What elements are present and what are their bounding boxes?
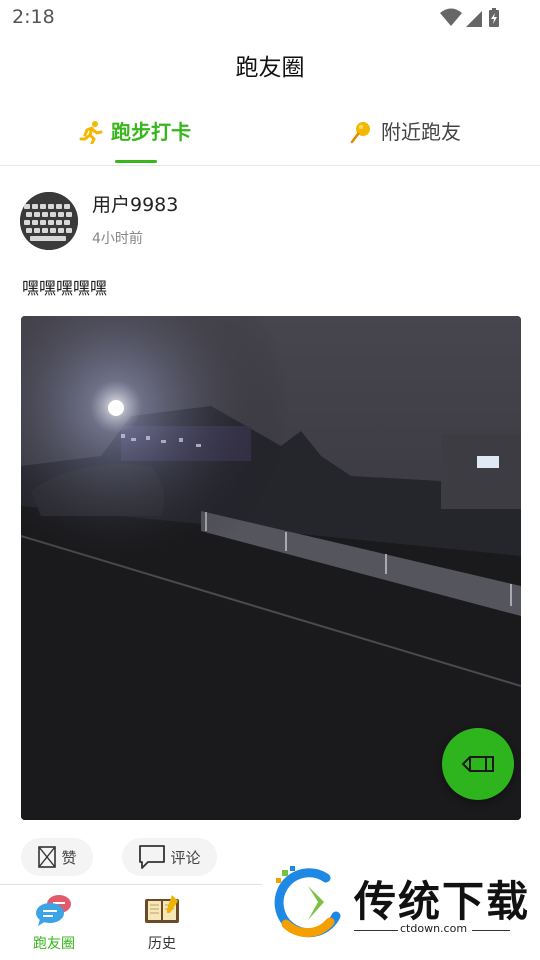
signal-icon: [466, 11, 482, 27]
tab-running-checkin[interactable]: 跑步打卡: [0, 108, 270, 164]
watermark-logo: [274, 866, 341, 938]
tab-label: 跑步打卡: [111, 120, 191, 144]
post-header: 用户9983 4小时前: [20, 190, 520, 254]
location-pin-icon: [350, 122, 370, 144]
tab-nearby-runners[interactable]: 附近跑友: [270, 108, 540, 164]
avatar[interactable]: [20, 192, 78, 250]
watermark: 传统下载 ctdown.com: [262, 858, 540, 960]
runner-icon: [79, 121, 103, 144]
status-time: 2:18: [12, 6, 55, 28]
title-bar: 跑友圈: [0, 44, 540, 92]
like-label: 赞: [61, 848, 77, 867]
comment-icon: [139, 845, 166, 869]
tab-label: 附近跑友: [381, 120, 461, 144]
battery-charging-icon: [489, 8, 499, 27]
username[interactable]: 用户9983: [92, 190, 178, 217]
watermark-rule: [354, 930, 398, 931]
post-text: 嘿嘿嘿嘿嘿: [22, 279, 107, 299]
like-button[interactable]: 赞: [21, 838, 93, 876]
page-title: 跑友圈: [235, 55, 305, 81]
like-icon: [38, 846, 57, 868]
post-photo[interactable]: [21, 316, 521, 820]
tab-bar: 跑步打卡 附近跑友: [0, 108, 540, 166]
post-time: 4小时前: [92, 231, 143, 247]
comment-button[interactable]: 评论: [122, 838, 217, 876]
nav-label: 历史: [148, 936, 176, 952]
chat-bubbles-icon: [36, 895, 71, 926]
watermark-rule: [472, 930, 510, 931]
avatar-image: [20, 192, 78, 250]
comment-label: 评论: [170, 848, 201, 867]
nav-item-runner-circle[interactable]: 跑友圈: [14, 893, 94, 953]
write-post-button[interactable]: [442, 728, 514, 800]
wifi-icon: [440, 8, 462, 26]
active-tab-indicator: [115, 160, 157, 163]
nav-item-history[interactable]: 历史: [122, 893, 202, 953]
status-bar: 2:18: [0, 0, 540, 36]
watermark-text: 传统下载: [354, 877, 531, 926]
status-icons: [440, 8, 499, 27]
watermark-url: ctdown.com: [400, 922, 468, 935]
nav-label: 跑友圈: [33, 936, 75, 952]
post-photo-image: [21, 316, 521, 820]
pencil-icon: [461, 756, 494, 772]
book-icon: [145, 895, 179, 923]
